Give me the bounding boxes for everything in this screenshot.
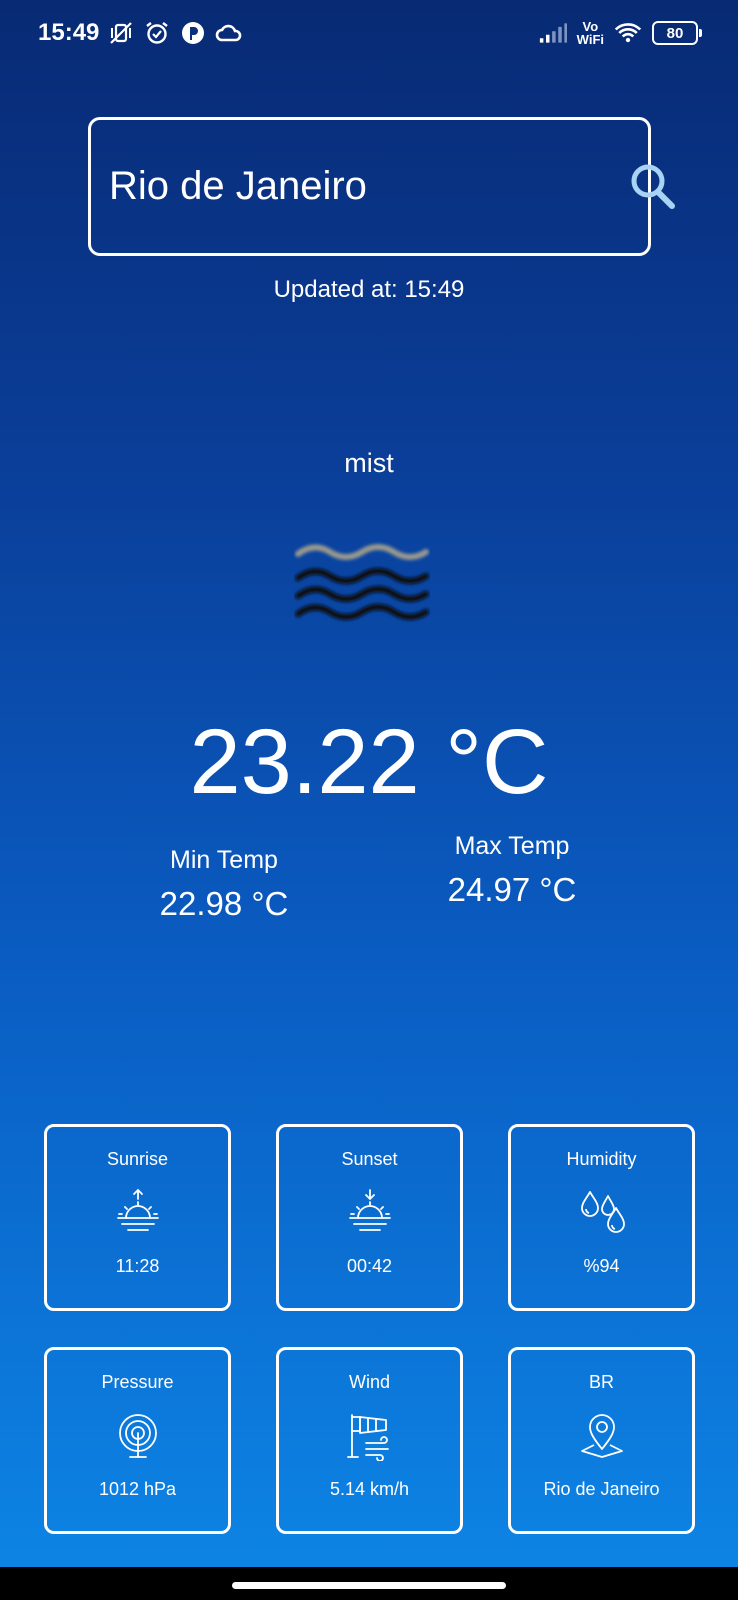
sunset-card: Sunset 00:42	[276, 1124, 463, 1311]
mist-icon	[294, 540, 430, 630]
location-card: BR Rio de Janeiro	[508, 1347, 695, 1534]
weather-condition: mist	[344, 448, 394, 478]
search-icon[interactable]	[624, 158, 682, 216]
status-bar: 15:49 Vo WiFi 80	[0, 0, 738, 66]
clock: 15:49	[38, 19, 100, 46]
humidity-card: Humidity %94	[508, 1124, 695, 1311]
card-title: BR	[588, 1372, 614, 1392]
sunrise-icon	[112, 1186, 164, 1238]
humidity-icon	[576, 1186, 628, 1238]
min-temp-block: Min Temp 22.98 °C	[124, 846, 324, 923]
alarm-icon	[143, 19, 171, 47]
card-value: 5.14 km/h	[329, 1479, 410, 1499]
cloud-icon	[215, 19, 243, 47]
city-search-input[interactable]	[109, 164, 624, 209]
status-bar-left: 15:49	[38, 19, 243, 47]
card-value: %94	[583, 1256, 620, 1276]
min-temp-label: Min Temp	[170, 846, 278, 874]
card-title: Sunrise	[106, 1149, 169, 1169]
max-temp-label: Max Temp	[454, 832, 570, 860]
sunrise-card: Sunrise 11:28	[44, 1124, 231, 1311]
app-notification-icon	[179, 19, 207, 47]
signal-icon	[539, 19, 567, 47]
wifi-icon	[614, 19, 642, 47]
location-pin-icon	[576, 1409, 628, 1461]
card-value: 00:42	[346, 1256, 393, 1276]
card-value: 11:28	[115, 1256, 160, 1276]
card-title: Sunset	[341, 1149, 398, 1169]
updated-at: Updated at: 15:49	[273, 276, 465, 303]
vowifi-bottom: WiFi	[576, 32, 604, 47]
sunset-icon	[344, 1186, 396, 1238]
max-temp-value: 24.97 °C	[447, 871, 577, 908]
home-gesture-handle[interactable]	[232, 1582, 506, 1589]
max-temp-block: Max Temp 24.97 °C	[412, 832, 612, 909]
card-title: Humidity	[566, 1149, 637, 1169]
card-title: Wind	[348, 1372, 390, 1392]
vowifi-label: Vo WiFi	[577, 20, 604, 46]
min-temp-value: 22.98 °C	[159, 885, 289, 922]
search-box[interactable]	[88, 117, 675, 256]
card-value: Rio de Janeiro	[543, 1479, 660, 1499]
pressure-card: Pressure 1012 hPa	[44, 1347, 231, 1534]
current-temperature: 23.22 °C	[189, 711, 549, 813]
status-bar-right: Vo WiFi 80	[539, 19, 702, 47]
wind-icon	[344, 1409, 396, 1461]
pressure-icon	[112, 1409, 164, 1461]
card-title: Pressure	[101, 1372, 174, 1392]
wind-card: Wind 5.14 km/h	[276, 1347, 463, 1534]
battery-level: 80	[666, 24, 684, 42]
battery-indicator: 80	[652, 21, 702, 45]
vibrate-off-icon	[107, 19, 135, 47]
card-value: 1012 hPa	[98, 1479, 177, 1499]
